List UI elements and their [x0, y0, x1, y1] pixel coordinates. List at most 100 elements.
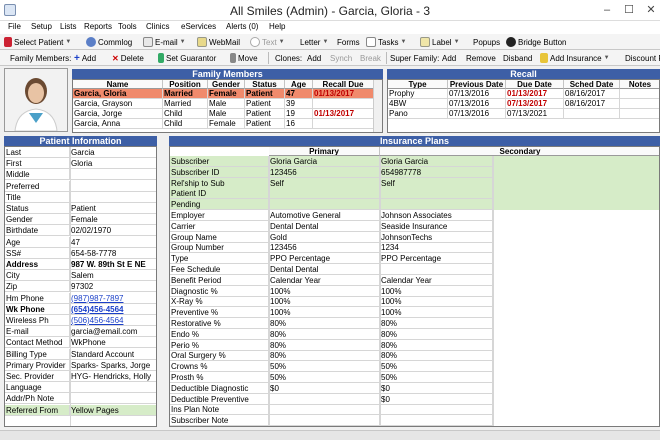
- insurance-row[interactable]: Endo % 80% 80%: [170, 328, 659, 340]
- insurance-row[interactable]: Group Number 123456 1234: [170, 242, 659, 254]
- bridge-button[interactable]: Bridge Button: [506, 35, 566, 49]
- patient-info-row[interactable]: Zip 97302: [5, 281, 156, 293]
- insurance-row[interactable]: X-Ray % 100% 100%: [170, 296, 659, 308]
- label-button[interactable]: Label ▼: [420, 35, 460, 49]
- patient-info-row[interactable]: Wk Phone (654)456-4564: [5, 303, 156, 315]
- family-member-row[interactable]: Garcia, Grayson Married Male Patient 39: [73, 99, 382, 109]
- insurance-row[interactable]: Benefit Period Calendar Year Calendar Year: [170, 274, 659, 286]
- patient-info-row[interactable]: Primary Provider Sparks- Sparks, Jorge: [5, 359, 156, 371]
- synch-button[interactable]: Synch: [330, 51, 352, 65]
- family-member-row[interactable]: Garcia, Gloria Married Female Patient 47 01/1…: [73, 89, 382, 99]
- tasks-button[interactable]: Tasks ▼: [366, 35, 406, 49]
- patient-field-value[interactable]: (506)456-4564: [70, 315, 156, 326]
- recall-row[interactable]: 4BW 07/13/2016 07/13/2017 08/16/2017: [388, 99, 659, 109]
- menu-alerts[interactable]: Alerts (0): [226, 22, 258, 31]
- patient-info-row[interactable]: Hm Phone (987)987-7897: [5, 292, 156, 304]
- delete-family-member-button[interactable]: ✕ Delete: [112, 51, 144, 65]
- super-family-remove-button[interactable]: Remove: [466, 51, 496, 65]
- patient-info-row[interactable]: Billing Type Standard Account: [5, 348, 156, 360]
- insurance-row[interactable]: Oral Surgery % 80% 80%: [170, 350, 659, 362]
- move-button[interactable]: Move: [230, 51, 258, 65]
- insurance-row[interactable]: Diagnostic % 100% 100%: [170, 285, 659, 297]
- patient-info-row[interactable]: Middle: [5, 169, 156, 181]
- insurance-row[interactable]: Group Name Gold JohnsonTechs: [170, 231, 659, 243]
- insurance-row[interactable]: Deductible Diagnostic $0 $0: [170, 382, 659, 394]
- patient-info-row[interactable]: Gender Female: [5, 214, 156, 226]
- commlog-button[interactable]: Commlog: [86, 35, 132, 49]
- insurance-row[interactable]: Deductible Preventive $0: [170, 393, 659, 405]
- patient-info-row[interactable]: Sec. Provider HYG- Hendricks, Holly: [5, 371, 156, 382]
- discount-plan-button[interactable]: Discount Pl: [625, 51, 660, 65]
- patient-info-row[interactable]: Title: [5, 191, 156, 203]
- patient-info-row[interactable]: Contact Method WkPhone: [5, 337, 156, 349]
- patient-info-row[interactable]: SS# 654-58-7778: [5, 247, 156, 259]
- patient-info-row[interactable]: Age 47: [5, 236, 156, 248]
- patient-info-row[interactable]: Referred From Yellow Pages: [5, 404, 156, 416]
- menu-eservices[interactable]: eServices: [181, 22, 216, 31]
- family-scrollbar[interactable]: [373, 80, 382, 132]
- webmail-button[interactable]: WebMail: [197, 35, 240, 49]
- menu-file[interactable]: File: [8, 22, 21, 31]
- patient-info-row[interactable]: First Gloria: [5, 158, 156, 170]
- set-guarantor-button[interactable]: Set Guarantor: [158, 51, 216, 65]
- patient-photo[interactable]: [4, 68, 68, 132]
- menu-lists[interactable]: Lists: [60, 22, 76, 31]
- family-column-header: Age: [285, 80, 313, 89]
- email-button[interactable]: E-mail ▼: [143, 35, 186, 49]
- popups-button[interactable]: Popups: [473, 35, 500, 49]
- recall-row[interactable]: Pano 07/13/2016 07/13/2021: [388, 109, 659, 119]
- insurance-row[interactable]: Subscriber Gloria Garcia Gloria Garcia: [170, 156, 659, 167]
- insurance-row[interactable]: Preventive % 100% 100%: [170, 307, 659, 319]
- insurance-row[interactable]: Ins Plan Note: [170, 404, 659, 416]
- menu-tools[interactable]: Tools: [118, 22, 137, 31]
- forms-button[interactable]: Forms: [337, 35, 360, 49]
- add-family-member-button[interactable]: + Add: [74, 51, 96, 65]
- family-cell: [313, 99, 374, 109]
- letter-button[interactable]: Letter ▼: [300, 35, 328, 49]
- horizontal-scrollbar[interactable]: [0, 430, 660, 440]
- patient-info-row[interactable]: Preferred: [5, 180, 156, 192]
- select-patient-button[interactable]: Select Patient ▼: [4, 35, 71, 49]
- close-button[interactable]: ✕: [640, 2, 660, 18]
- patient-info-row[interactable]: City Salem: [5, 270, 156, 282]
- patient-info-row[interactable]: Status Patient: [5, 203, 156, 214]
- minimize-button[interactable]: –: [596, 2, 618, 18]
- add-insurance-button[interactable]: Add Insurance ▼: [540, 51, 610, 65]
- patient-info-row[interactable]: Wireless Ph (506)456-4564: [5, 315, 156, 326]
- insurance-row[interactable]: Prosth % 50% 50%: [170, 372, 659, 383]
- patient-field-value[interactable]: (987)987-7897: [70, 293, 156, 304]
- patient-info-row[interactable]: Language: [5, 382, 156, 394]
- insurance-row[interactable]: Restorative % 80% 80%: [170, 318, 659, 329]
- recall-row[interactable]: Prophy 07/13/2016 01/13/2017 08/16/2017: [388, 89, 659, 99]
- insurance-row[interactable]: Subscriber Note: [170, 415, 659, 426]
- insurance-row[interactable]: Rel'ship to Sub Self Self: [170, 177, 659, 189]
- insurance-row[interactable]: Fee Schedule Dental Dental: [170, 264, 659, 275]
- recall-cell: 07/13/2016: [448, 109, 506, 119]
- family-member-row[interactable]: Garcia, Jorge Child Male Patient 19 01/13/201…: [73, 109, 382, 119]
- super-family-add-button[interactable]: Add: [442, 51, 456, 65]
- break-button[interactable]: Break: [360, 51, 381, 65]
- insurance-row[interactable]: Carrier Dental Dental Seaside Insurance: [170, 220, 659, 232]
- insurance-row[interactable]: Perio % 80% 80%: [170, 339, 659, 351]
- menu-clinics[interactable]: Clinics: [146, 22, 170, 31]
- insurance-row[interactable]: Subscriber ID 123456 654987778: [170, 166, 659, 178]
- patient-field-value[interactable]: (654)456-4564: [70, 304, 156, 315]
- clones-add-button[interactable]: Add: [307, 51, 321, 65]
- menu-setup[interactable]: Setup: [31, 22, 52, 31]
- text-button[interactable]: Text ▼: [250, 35, 285, 49]
- insurance-row[interactable]: Employer Automotive General Johnson Associ…: [170, 210, 659, 221]
- menu-reports[interactable]: Reports: [84, 22, 112, 31]
- insurance-row[interactable]: Type PPO Percentage PPO Percentage: [170, 253, 659, 265]
- patient-info-row[interactable]: E-mail garcia@email.com: [5, 326, 156, 338]
- super-family-disband-button[interactable]: Disband: [503, 51, 532, 65]
- maximize-button[interactable]: ☐: [618, 2, 640, 18]
- patient-info-row[interactable]: Birthdate 02/02/1970: [5, 225, 156, 237]
- patient-info-row[interactable]: Address 987 W. 89th St E NE: [5, 259, 156, 270]
- family-member-row[interactable]: Garcia, Anna Child Female Patient 16: [73, 119, 382, 129]
- patient-info-row[interactable]: Last Garcia: [5, 147, 156, 158]
- insurance-row[interactable]: Patient ID: [170, 188, 659, 200]
- menu-help[interactable]: Help: [269, 22, 285, 31]
- insurance-row[interactable]: Pending: [170, 199, 659, 211]
- insurance-row[interactable]: Crowns % 50% 50%: [170, 361, 659, 373]
- patient-info-row[interactable]: Addr/Ph Note: [5, 393, 156, 405]
